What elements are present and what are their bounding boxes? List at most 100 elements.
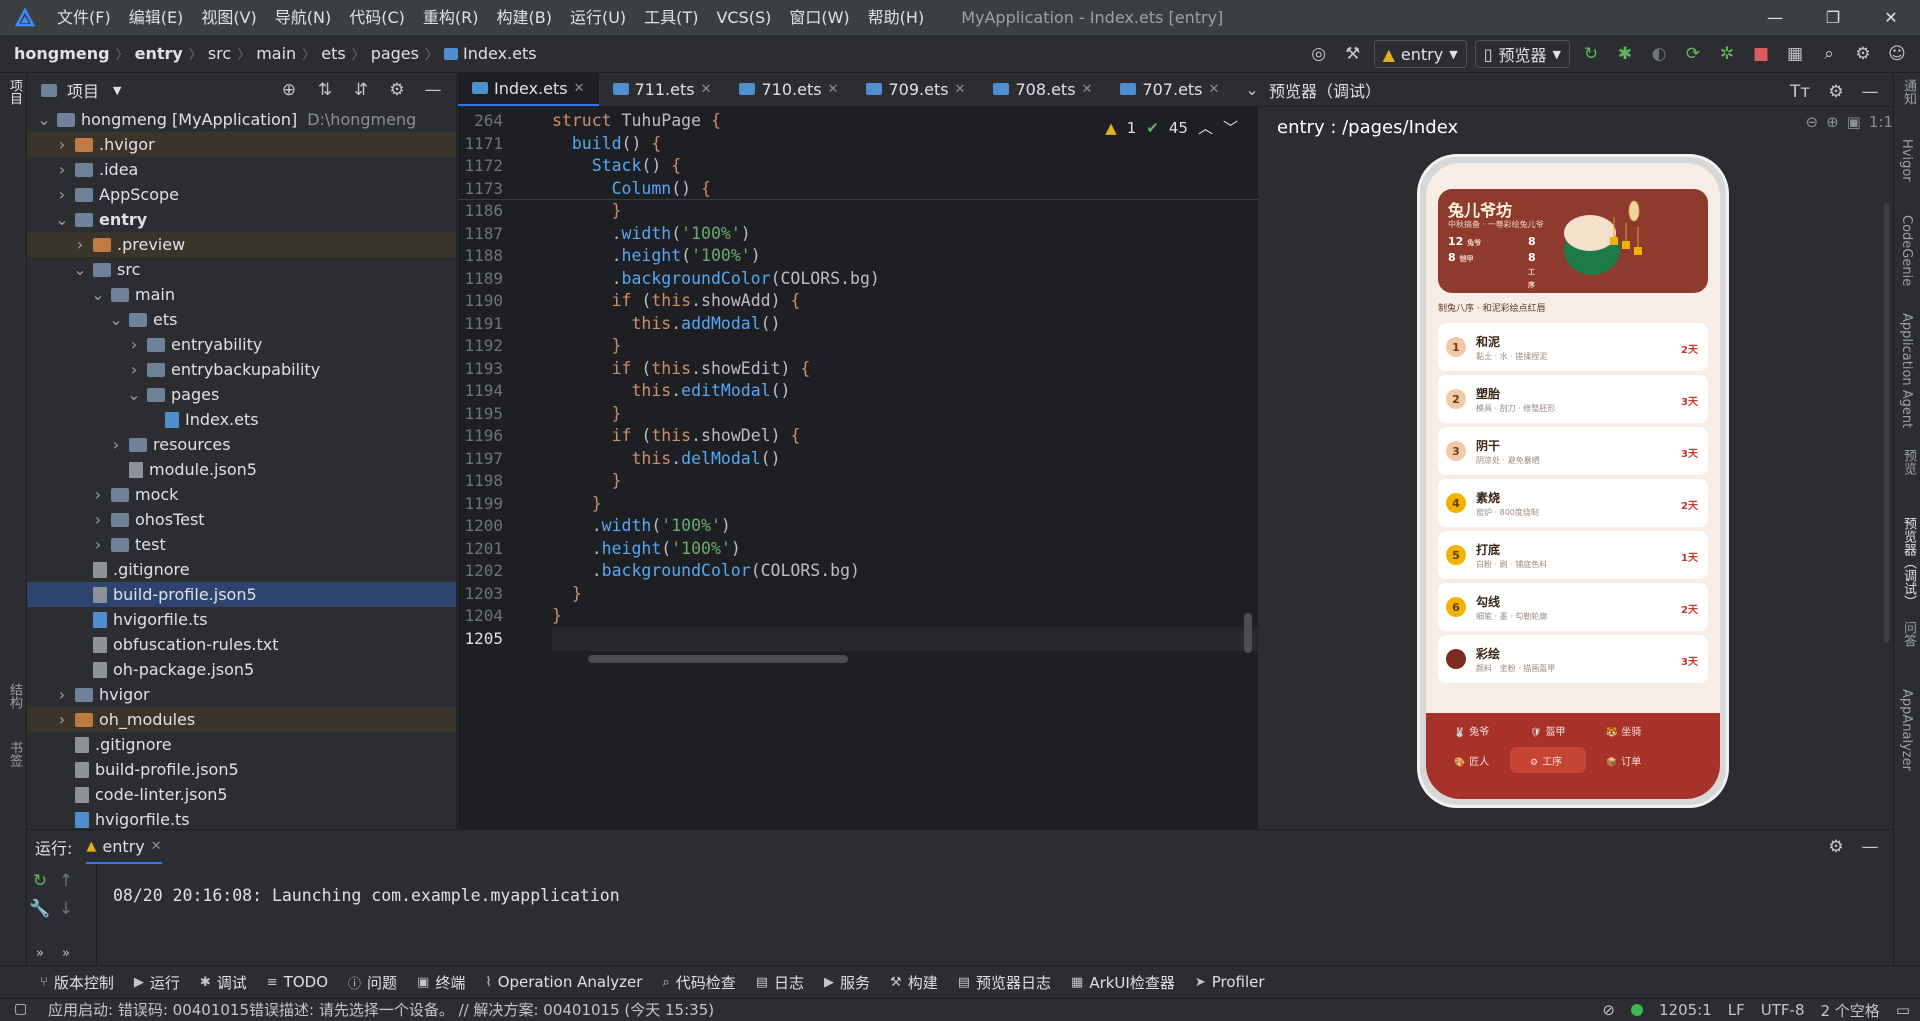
rerun-icon[interactable]: ↻ xyxy=(1578,41,1604,67)
nav-item[interactable]: 🐯 坐骑 xyxy=(1606,723,1641,738)
close-tab-icon[interactable]: ✕ xyxy=(1082,82,1093,97)
menu-item[interactable]: 工具(T) xyxy=(635,0,707,35)
tool-window-button[interactable]: ⌕ 代码检查 xyxy=(662,972,735,993)
more-icon[interactable]: » xyxy=(27,940,53,966)
close-tab-icon[interactable]: ✕ xyxy=(828,82,839,97)
nav-item[interactable]: 🎨 匠人 xyxy=(1454,753,1489,768)
search-icon[interactable]: ⌕ xyxy=(1816,41,1842,67)
nav-item[interactable]: 📦 订单 xyxy=(1606,753,1641,768)
chevron-right-icon[interactable]: › xyxy=(91,510,105,529)
tree-item[interactable]: oh-package.json5 xyxy=(27,657,456,682)
tool-window-button[interactable]: ▤ 预览器日志 xyxy=(958,972,1051,993)
zoom-in-icon[interactable]: ⊕ xyxy=(1826,113,1839,131)
font-size-icon[interactable]: Tт xyxy=(1787,79,1813,105)
chevron-right-icon[interactable]: › xyxy=(55,135,69,154)
tool-window-button[interactable]: ≡ TODO xyxy=(267,973,328,991)
chevron-down-icon[interactable]: ⌄ xyxy=(109,310,123,329)
options-gear-icon[interactable]: ⚙ xyxy=(1823,79,1849,105)
editor-tab[interactable]: 707.ets ✕ xyxy=(1106,72,1233,106)
settings-gear-icon[interactable]: ⚙ xyxy=(1850,41,1876,67)
task-item[interactable]: 6 勾线 细笔 · 墨 · 勾勒轮廓 2天 xyxy=(1438,583,1708,631)
tree-item[interactable]: › entryability xyxy=(27,332,456,357)
right-strip-tab[interactable]: AppAnalyzer xyxy=(1899,689,1914,771)
left-strip-project[interactable]: 项目 xyxy=(5,79,24,105)
chevron-down-icon[interactable]: ▼ xyxy=(113,84,121,97)
arrow-down-icon[interactable]: ↓ xyxy=(53,896,79,922)
breadcrumb-item[interactable]: pages xyxy=(371,44,419,63)
chevron-right-icon[interactable]: › xyxy=(91,485,105,504)
minimize-icon[interactable]: — xyxy=(1746,0,1804,35)
tree-item[interactable]: › test xyxy=(27,532,456,557)
preview-scrollbar[interactable] xyxy=(1884,203,1889,643)
tool-window-button[interactable]: ⓘ 问题 xyxy=(348,972,397,993)
task-item[interactable]: 4 素烧 窑炉 · 800度烧制 2天 xyxy=(1438,479,1708,527)
project-structure-icon[interactable]: ▦ xyxy=(1782,41,1808,67)
readonly-lock-icon[interactable]: ▭ xyxy=(1896,1001,1910,1019)
menu-item[interactable]: 编辑(E) xyxy=(120,0,193,35)
close-tab-icon[interactable]: ✕ xyxy=(955,82,966,97)
actual-size-icon[interactable]: 1:1 xyxy=(1869,113,1893,131)
task-item[interactable]: 3 阴干 阴凉处 · 避免暴晒 3天 xyxy=(1438,427,1708,475)
tool-window-button[interactable]: ▶ 服务 xyxy=(824,972,870,993)
left-strip-structure[interactable]: 结构 xyxy=(5,683,24,709)
options-gear-icon[interactable]: ⚙ xyxy=(1823,834,1849,860)
tree-item[interactable]: › .preview xyxy=(27,232,456,257)
tool-window-button[interactable]: ▣ 终端 xyxy=(417,972,465,993)
hide-panel-icon[interactable]: — xyxy=(420,77,446,103)
tree-item[interactable]: ⌄ pages xyxy=(27,382,456,407)
inspection-widget[interactable]: ▲ 1 ✔ 45 ︿ ﹀ xyxy=(1105,117,1238,138)
close-tab-icon[interactable]: ✕ xyxy=(574,81,585,96)
tree-item[interactable]: code-linter.json5 xyxy=(27,782,456,807)
code-area[interactable]: struct TuhuPage { build() { Stack() { Co… xyxy=(552,107,1258,807)
tool-window-button[interactable]: ⌇ Operation Analyzer xyxy=(485,973,642,991)
attach-debugger-icon[interactable]: ✲ xyxy=(1714,41,1740,67)
account-icon[interactable]: ☺ xyxy=(1884,41,1910,67)
breadcrumb-item[interactable]: src xyxy=(208,44,231,63)
horizontal-scrollbar[interactable] xyxy=(588,655,848,663)
menu-item[interactable]: 视图(V) xyxy=(192,0,265,35)
tree-item[interactable]: › .hvigor xyxy=(27,132,456,157)
tool-window-button[interactable]: ✱ 调试 xyxy=(200,972,247,993)
task-item[interactable]: 2 塑胎 模具 · 刮刀 · 修整胚形 3天 xyxy=(1438,375,1708,423)
chevron-down-icon[interactable]: ⌄ xyxy=(91,285,105,304)
breadcrumb-item[interactable]: hongmeng xyxy=(14,44,110,63)
right-strip-tab[interactable]: 预览器（调试） xyxy=(1899,517,1918,608)
tree-item[interactable]: ⌄ ets xyxy=(27,307,456,332)
tool-window-button[interactable]: ▦ ArkUI检查器 xyxy=(1071,972,1175,993)
tool-window-button[interactable]: ▶ 运行 xyxy=(134,972,180,993)
target-icon[interactable]: ◎ xyxy=(1306,41,1332,67)
tree-item[interactable]: hvigorfile.ts xyxy=(27,807,456,829)
close-tab-icon[interactable]: ✕ xyxy=(151,839,162,854)
tree-item[interactable]: .gitignore xyxy=(27,557,456,582)
menu-item[interactable]: 导航(N) xyxy=(266,0,340,35)
tree-item[interactable]: ⌄ main xyxy=(27,282,456,307)
tree-item[interactable]: › resources xyxy=(27,432,456,457)
right-strip-tab[interactable]: 通知 xyxy=(1899,79,1918,105)
chevron-down-icon[interactable]: ⌄ xyxy=(127,385,141,404)
tree-item[interactable]: › mock xyxy=(27,482,456,507)
close-tab-icon[interactable]: ✕ xyxy=(1209,82,1220,97)
tree-item[interactable]: hvigorfile.ts xyxy=(27,607,456,632)
profile-icon[interactable]: ◐ xyxy=(1646,41,1672,67)
chevron-right-icon[interactable]: › xyxy=(91,535,105,554)
tool-window-button[interactable]: ▤ 日志 xyxy=(756,972,804,993)
tree-item[interactable]: ⌄ src xyxy=(27,257,456,282)
menu-item[interactable]: 窗口(W) xyxy=(780,0,858,35)
editor-tab[interactable]: 710.ets ✕ xyxy=(725,72,852,106)
tree-item[interactable]: › oh_modules xyxy=(27,707,456,732)
editor-tab[interactable]: Index.ets ✕ xyxy=(458,72,599,106)
menu-item[interactable]: 文件(F) xyxy=(48,0,120,35)
menu-item[interactable]: 重构(R) xyxy=(414,0,488,35)
menu-item[interactable]: 构建(B) xyxy=(488,0,561,35)
menu-item[interactable]: VCS(S) xyxy=(707,0,780,35)
hide-panel-icon[interactable]: — xyxy=(1857,834,1883,860)
stop-icon[interactable]: ■ xyxy=(1748,41,1774,67)
chevron-right-icon[interactable]: › xyxy=(73,235,87,254)
right-strip-tab[interactable]: Application Agent xyxy=(1899,313,1914,428)
menu-item[interactable]: 运行(U) xyxy=(561,0,635,35)
right-strip-tab[interactable]: 问答 xyxy=(1899,621,1918,647)
close-tab-icon[interactable]: ✕ xyxy=(701,82,712,97)
editor-tab[interactable]: 709.ets ✕ xyxy=(852,72,979,106)
line-separator[interactable]: LF xyxy=(1728,1001,1745,1019)
cursor-position[interactable]: 1205:1 xyxy=(1659,1001,1712,1019)
